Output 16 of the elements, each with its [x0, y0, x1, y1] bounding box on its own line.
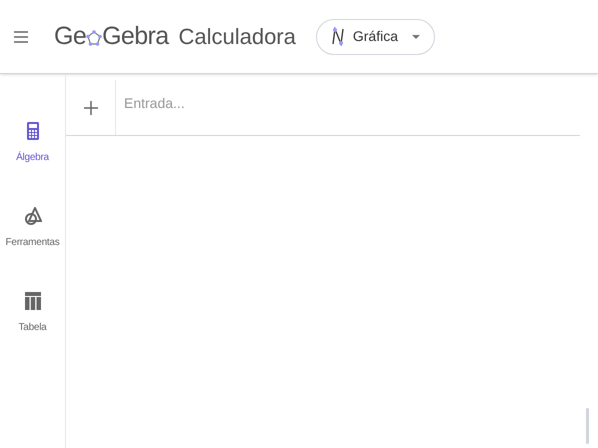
- app-switch-button[interactable]: Gráfica: [316, 18, 435, 54]
- sidebar-tab[interactable]: Tabela: [18, 292, 46, 335]
- app-title: Calculadora: [178, 23, 296, 51]
- logo-text: Gebra: [102, 20, 168, 52]
- input-field[interactable]: Entrada...: [116, 80, 580, 135]
- add-icon[interactable]: [84, 100, 98, 114]
- graph-icon: [330, 26, 345, 48]
- caret-icon: [412, 34, 420, 38]
- sidebar-tab[interactable]: Álgebra: [16, 122, 49, 165]
- pentagon-icon: [86, 30, 102, 46]
- calculator-icon: [26, 122, 38, 140]
- logo-text: Ge: [54, 20, 86, 52]
- table-icon: [24, 292, 40, 310]
- scrollbar[interactable]: [586, 408, 589, 444]
- menu-icon[interactable]: [14, 30, 28, 42]
- sidebar-tab[interactable]: Ferramentas: [6, 207, 60, 250]
